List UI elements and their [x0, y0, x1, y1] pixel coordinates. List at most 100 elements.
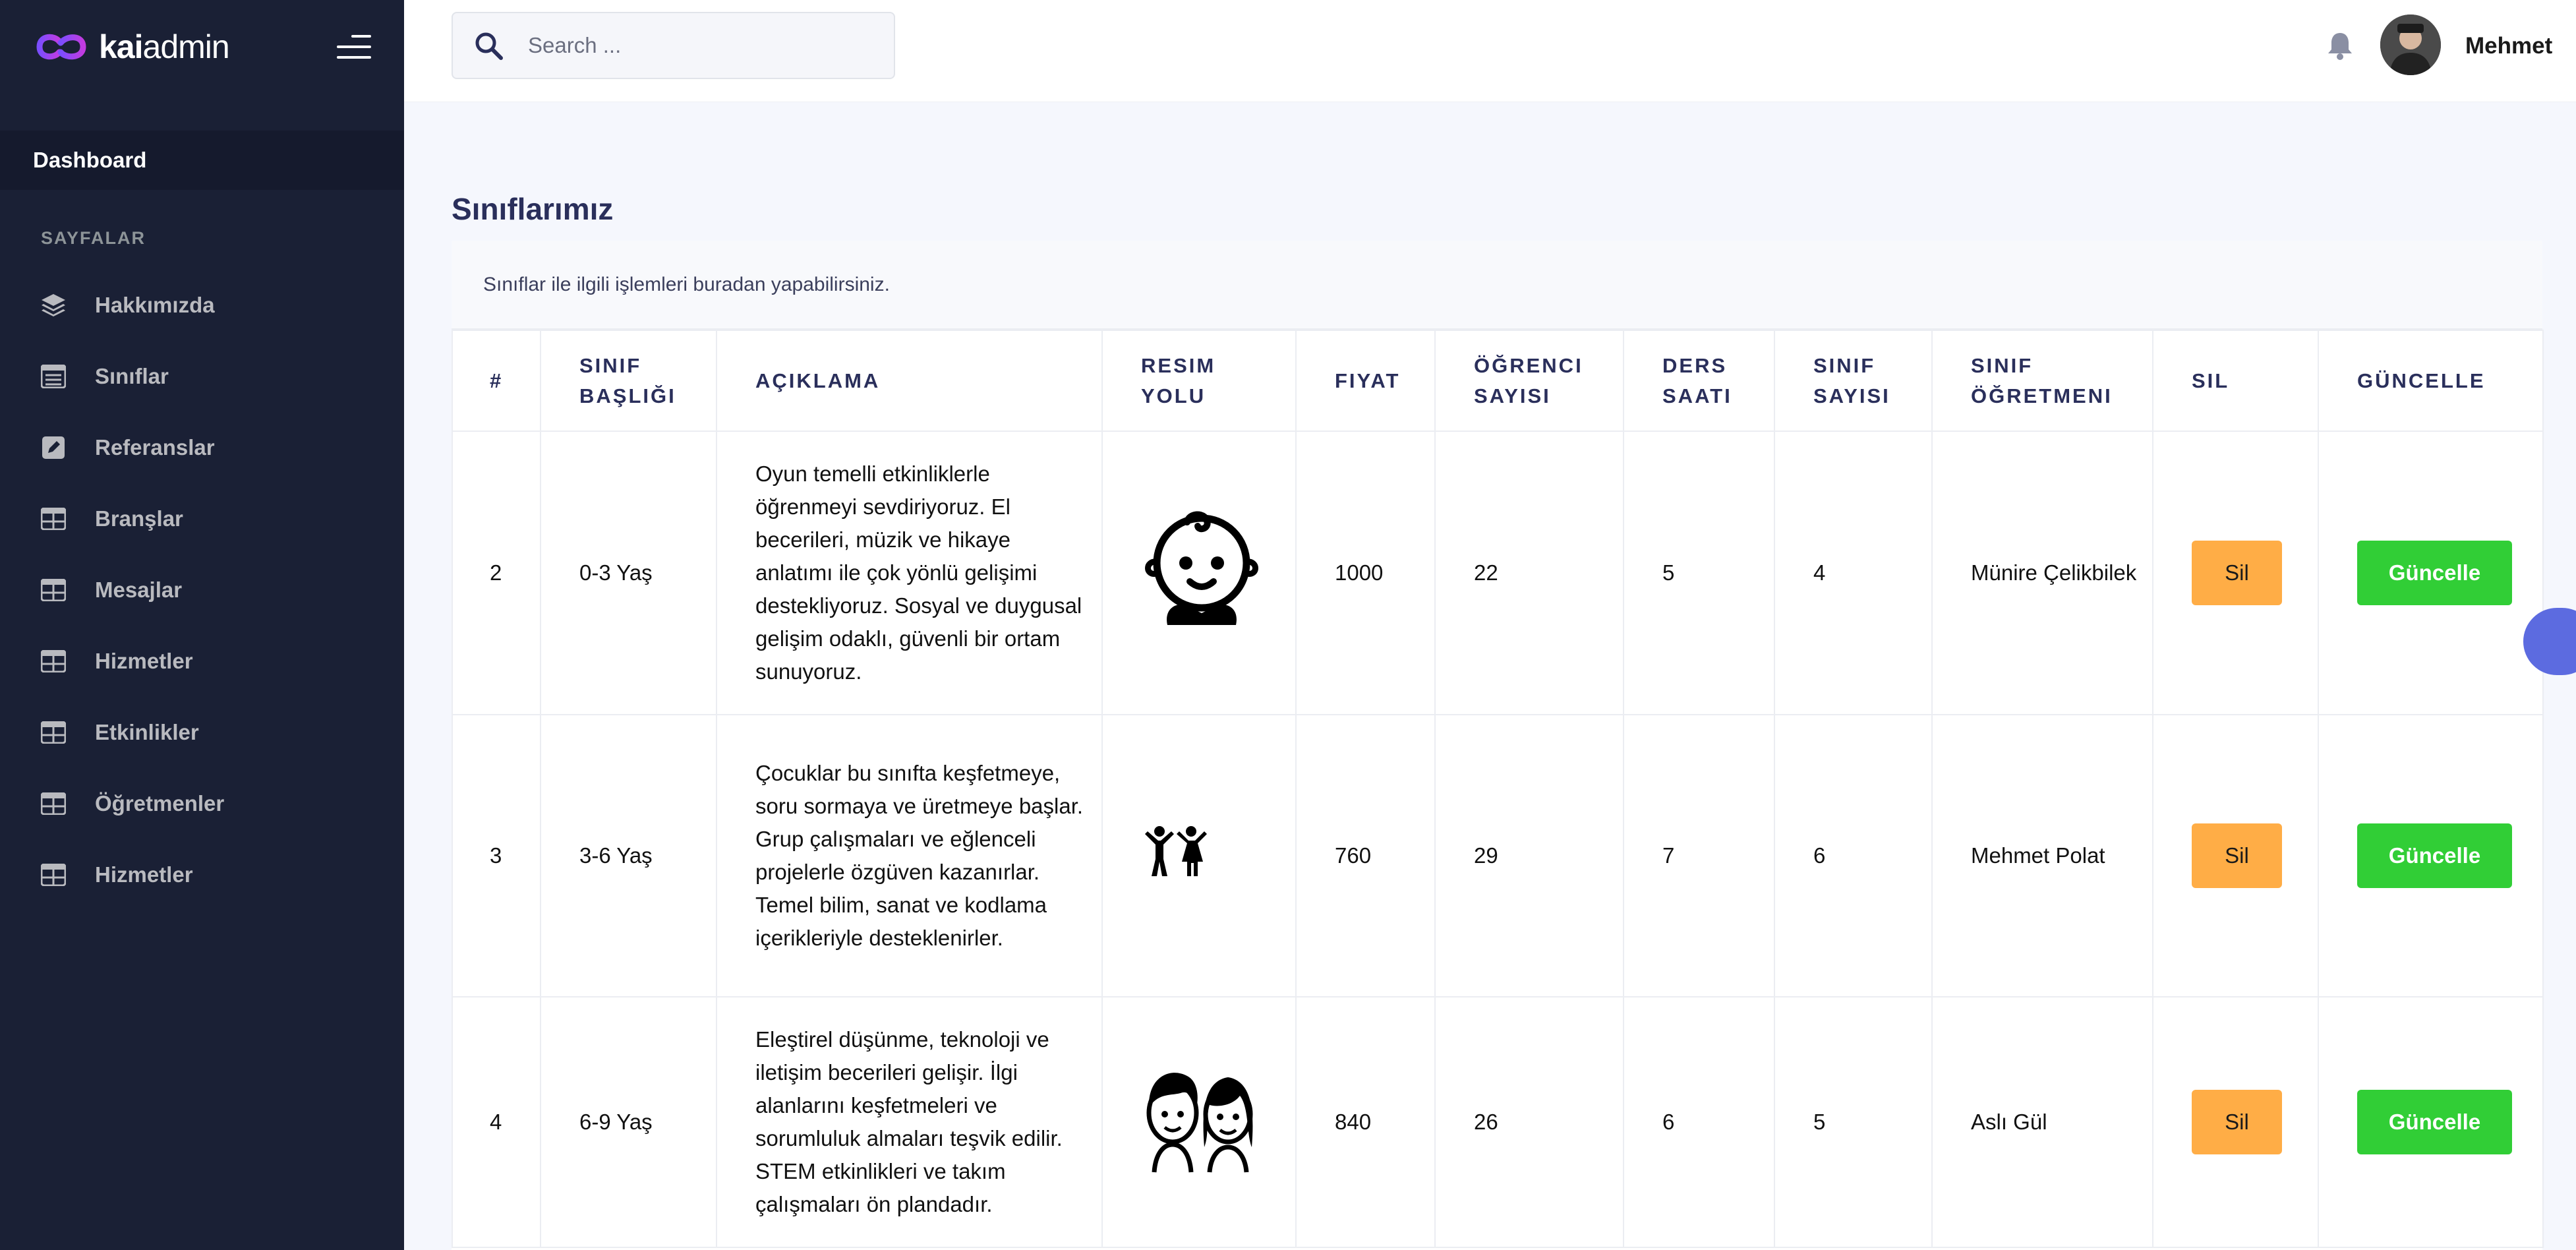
- delete-button[interactable]: Sil: [2192, 1090, 2282, 1154]
- avatar[interactable]: [2380, 15, 2441, 75]
- table-icon: [40, 647, 67, 675]
- column-header: AÇIKLAMA: [716, 330, 1103, 432]
- sidebar-nav: Hakkımızda Sınıflar Referanslar Branşlar…: [0, 270, 404, 910]
- column-header: SINIF ÖĞRETMENI: [1931, 330, 2153, 432]
- bell-icon[interactable]: [2324, 29, 2356, 62]
- children-icon: [1145, 826, 1207, 876]
- sidebar: kaiadmin Dashboard SAYFALAR Hakkımızda S…: [0, 0, 404, 1250]
- sidebar-section-title: SAYFALAR: [41, 228, 146, 248]
- sidebar-item-referanslar[interactable]: Referanslar: [0, 412, 404, 483]
- sidebar-item-etkinlikler[interactable]: Etkinlikler: [0, 697, 404, 768]
- card-subtitle: Sınıflar ile ilgili işlemleri buradan ya…: [452, 241, 2542, 330]
- sidebar-item-label: Sınıflar: [95, 364, 169, 388]
- cell-delete: Sil: [2152, 996, 2319, 1248]
- cell-update: Güncelle: [2318, 431, 2544, 715]
- table-icon: [40, 719, 67, 746]
- cell-price: 840: [1295, 996, 1436, 1248]
- cell-students: 29: [1434, 714, 1624, 997]
- cell-id: 3: [452, 714, 541, 997]
- cell-update: Güncelle: [2318, 996, 2544, 1248]
- topbar: Mehmet: [404, 0, 2576, 102]
- cell-id: 4: [452, 996, 541, 1248]
- logo[interactable]: kaiadmin: [33, 28, 230, 66]
- boy-girl-faces-icon: [1146, 1073, 1253, 1173]
- cell-teacher: Mehmet Polat: [1931, 714, 2153, 997]
- sidebar-item-label: Hizmetler: [95, 649, 193, 673]
- cell-description: Eleştirel düşünme, teknoloji ve iletişim…: [716, 996, 1103, 1248]
- table-row: 2 0-3 Yaş Oyun temelli etkinliklerle öğr…: [452, 431, 2544, 715]
- logo-text: kaiadmin: [99, 28, 230, 65]
- cell-hours: 6: [1623, 996, 1775, 1248]
- cell-description: Oyun temelli etkinliklerle öğrenmeyi sev…: [716, 431, 1103, 715]
- pen-square-icon: [40, 434, 67, 461]
- cell-delete: Sil: [2152, 714, 2319, 997]
- cell-price: 760: [1295, 714, 1436, 997]
- hamburger-line: [337, 56, 371, 59]
- search-box[interactable]: [452, 12, 895, 79]
- cell-title: 6-9 Yaş: [540, 996, 717, 1248]
- cell-description: Çocuklar bu sınıfta keşfetmeye, soru sor…: [716, 714, 1103, 997]
- search-icon: [475, 32, 503, 60]
- cell-students: 22: [1434, 431, 1624, 715]
- column-header: #: [452, 330, 541, 432]
- logo-bar: kaiadmin: [0, 0, 404, 94]
- cell-id: 2: [452, 431, 541, 715]
- cell-class-count: 6: [1774, 714, 1933, 997]
- cell-image: [1101, 714, 1297, 997]
- update-button[interactable]: Güncelle: [2357, 823, 2512, 888]
- delete-button[interactable]: Sil: [2192, 541, 2282, 605]
- baby-icon: [1145, 511, 1258, 625]
- cell-update: Güncelle: [2318, 714, 2544, 997]
- sidebar-item-ogretmenler[interactable]: Öğretmenler: [0, 768, 404, 839]
- cell-title: 3-6 Yaş: [540, 714, 717, 997]
- classes-card: Sınıflar ile ilgili işlemleri buradan ya…: [452, 241, 2544, 1250]
- table-header-row: # SINIF BAŞLIĞI AÇIKLAMA RESIM YOLU FIYA…: [452, 330, 2544, 432]
- cell-image: [1101, 431, 1297, 715]
- sidebar-item-label: Hizmetler: [95, 862, 193, 887]
- table-list-icon: [40, 363, 67, 390]
- table-icon: [40, 576, 67, 604]
- user-name[interactable]: Mehmet: [2465, 33, 2552, 59]
- classes-table: # SINIF BAŞLIĞI AÇIKLAMA RESIM YOLU FIYA…: [452, 330, 2544, 1248]
- table-row: 3 3-6 Yaş Çocuklar bu sınıfta keşfetmeye…: [452, 714, 2544, 997]
- page-title: Sınıflarımız: [452, 192, 614, 226]
- table-row: 4 6-9 Yaş Eleştirel düşünme, teknoloji v…: [452, 996, 2544, 1248]
- column-header: SINIF BAŞLIĞI: [540, 330, 717, 432]
- column-header: ÖĞRENCI SAYISI: [1434, 330, 1624, 432]
- search-input[interactable]: [528, 33, 871, 58]
- sidebar-item-label: Branşlar: [95, 506, 183, 531]
- update-button[interactable]: Güncelle: [2357, 1090, 2512, 1154]
- sidebar-item-branslar[interactable]: Branşlar: [0, 483, 404, 554]
- table-icon: [40, 505, 67, 533]
- column-header: SINIF SAYISI: [1774, 330, 1933, 432]
- cell-delete: Sil: [2152, 431, 2319, 715]
- column-header: RESIM YOLU: [1101, 330, 1297, 432]
- column-header: SIL: [2152, 330, 2319, 432]
- cell-class-count: 5: [1774, 996, 1933, 1248]
- hamburger-line: [351, 35, 371, 38]
- sidebar-item-label: Etkinlikler: [95, 720, 199, 744]
- sidebar-item-mesajlar[interactable]: Mesajlar: [0, 554, 404, 626]
- cell-hours: 5: [1623, 431, 1775, 715]
- cell-image: [1101, 996, 1297, 1248]
- cell-title: 0-3 Yaş: [540, 431, 717, 715]
- sidebar-item-label: Dashboard: [33, 148, 147, 172]
- sidebar-item-hizmetler[interactable]: Hizmetler: [0, 626, 404, 697]
- cell-teacher: Aslı Gül: [1931, 996, 2153, 1248]
- cell-teacher: Münire Çelikbilek: [1931, 431, 2153, 715]
- logo-icon: [36, 34, 86, 60]
- update-button[interactable]: Güncelle: [2357, 541, 2512, 605]
- cell-price: 1000: [1295, 431, 1436, 715]
- sidebar-item-label: Mesajlar: [95, 578, 183, 602]
- cell-class-count: 4: [1774, 431, 1933, 715]
- sidebar-item-dashboard[interactable]: Dashboard: [0, 131, 404, 190]
- sidebar-item-hakkimizda[interactable]: Hakkımızda: [0, 270, 404, 341]
- hamburger-line: [337, 45, 371, 48]
- sidebar-item-hizmetler-2[interactable]: Hizmetler: [0, 839, 404, 910]
- menu-toggle-button[interactable]: [337, 35, 371, 59]
- cell-hours: 7: [1623, 714, 1775, 997]
- delete-button[interactable]: Sil: [2192, 823, 2282, 888]
- sidebar-item-siniflar[interactable]: Sınıflar: [0, 341, 404, 412]
- sidebar-item-label: Hakkımızda: [95, 293, 215, 317]
- column-header: FIYAT: [1295, 330, 1436, 432]
